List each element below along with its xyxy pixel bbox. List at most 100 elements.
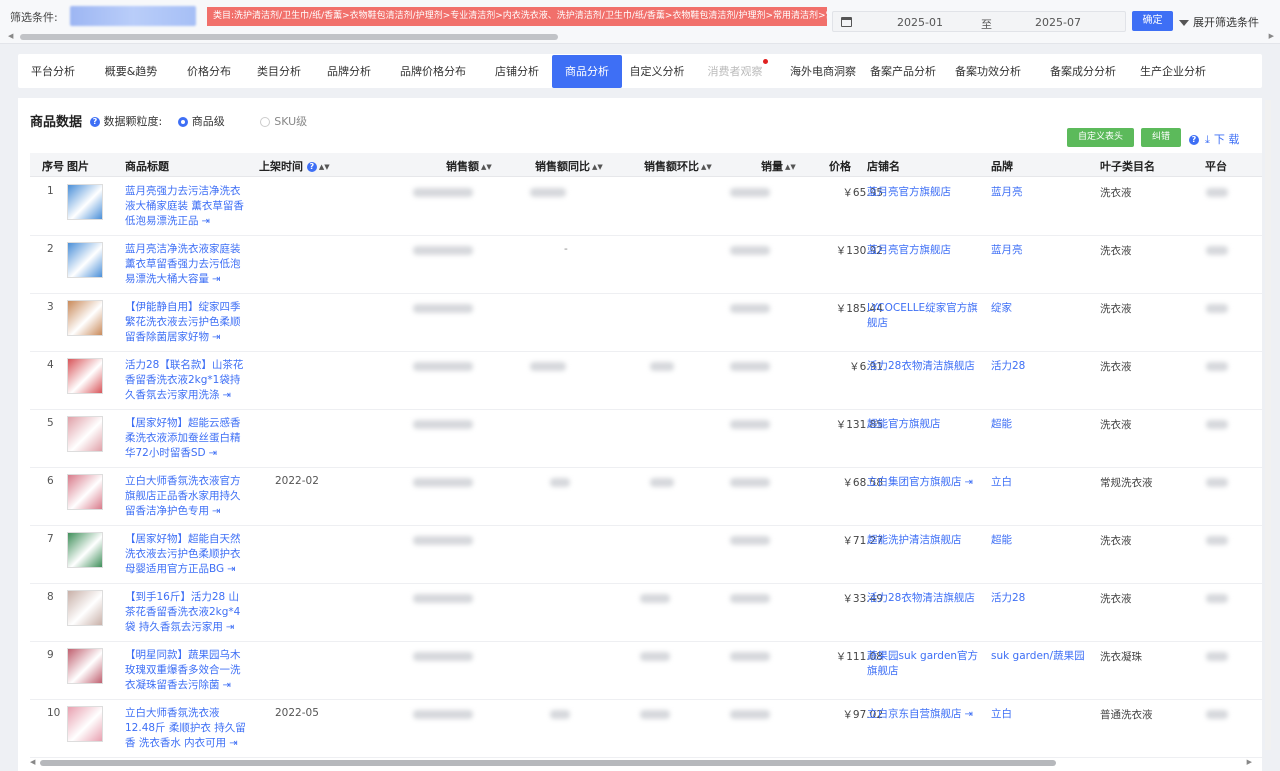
tab-6[interactable]: 店铺分析 xyxy=(482,55,552,88)
product-thumbnail[interactable] xyxy=(67,474,103,510)
tab-0[interactable]: 平台分析 xyxy=(18,55,88,88)
shop-name[interactable]: 蔬果园suk garden官方旗舰店 xyxy=(867,649,985,679)
tab-13[interactable]: 备案成分分析 xyxy=(1038,55,1128,88)
product-title-text[interactable]: 蓝月亮洁净洗衣液家庭装 薰衣草留香强力去污低泡易漂洗大桶大容量 xyxy=(125,243,241,285)
tab-1[interactable]: 概要&趋势 xyxy=(88,55,174,88)
help-icon[interactable]: ? xyxy=(1189,135,1199,145)
brand-name[interactable]: 立白 xyxy=(991,707,1091,722)
product-thumbnail[interactable] xyxy=(67,184,103,220)
download-icon[interactable]: ⤓ xyxy=(1205,133,1210,147)
date-end[interactable]: 2025-07 xyxy=(1035,16,1081,29)
product-title[interactable]: 【居家好物】超能云感香柔洗衣液添加蚕丝蛋白精华72小时留香SD ⇥ xyxy=(125,416,247,461)
product-title-text[interactable]: 【居家好物】超能自天然洗衣液去污护色柔顺护衣母婴适用官方正品BG xyxy=(125,533,241,575)
col-mom[interactable]: 销售额环比 ▲▼ xyxy=(644,158,712,174)
shop-name[interactable]: 蓝月亮官方旗舰店 xyxy=(867,185,985,200)
brand-name[interactable]: suk garden/蔬果园 xyxy=(991,649,1091,664)
brand-name[interactable]: 绽家 xyxy=(991,301,1091,316)
shop-name-text[interactable]: 活力28衣物清洁旗舰店 xyxy=(867,360,975,372)
tab-11[interactable]: 备案产品分析 xyxy=(868,55,938,88)
brand-name[interactable]: 活力28 xyxy=(991,359,1091,374)
brand-name[interactable]: 蓝月亮 xyxy=(991,185,1091,200)
top-scrollbar[interactable]: ◀ ▶ xyxy=(8,32,1274,40)
brand-name[interactable]: 超能 xyxy=(991,417,1091,432)
product-title-text[interactable]: 【到手16斤】活力28 山茶花香留香洗衣液2kg*4袋 持久香氛去污家用 xyxy=(125,591,240,633)
product-title-text[interactable]: 【居家好物】超能云感香柔洗衣液添加蚕丝蛋白精华72小时留香SD xyxy=(125,417,241,459)
bottom-scrollbar[interactable]: ◀ ▶ xyxy=(30,758,1252,767)
product-thumbnail[interactable] xyxy=(67,532,103,568)
product-title[interactable]: 【伊能静自用】绽家四季繁花洗衣液去污护色柔顺留香除菌居家好物 ⇥ xyxy=(125,300,247,345)
confirm-button[interactable]: 确定 xyxy=(1132,11,1173,31)
scrollbar-thumb[interactable] xyxy=(40,760,1056,766)
scrollbar-thumb[interactable] xyxy=(20,34,558,40)
help-icon[interactable]: ? xyxy=(306,162,317,172)
custom-header-button[interactable]: 自定义表头 xyxy=(1067,128,1134,147)
radio-product-label[interactable]: 商品级 xyxy=(192,115,225,128)
product-thumbnail[interactable] xyxy=(67,300,103,336)
scroll-left-icon[interactable]: ◀ xyxy=(30,758,35,766)
date-start[interactable]: 2025-01 xyxy=(897,16,943,29)
radio-product[interactable] xyxy=(177,117,188,127)
tab-12[interactable]: 备案功效分析 xyxy=(938,55,1038,88)
shop-name-text[interactable]: 蓝月亮官方旗舰店 xyxy=(867,244,951,256)
tab-3[interactable]: 类目分析 xyxy=(244,55,314,88)
shop-name[interactable]: 蓝月亮官方旗舰店 xyxy=(867,243,985,258)
shop-name-text[interactable]: 活力28衣物清洁旗舰店 xyxy=(867,592,975,604)
external-link-icon[interactable]: ⇥ xyxy=(965,477,973,488)
date-range-picker[interactable]: 2025-01 至 2025-07 xyxy=(832,11,1126,32)
product-thumbnail[interactable] xyxy=(67,358,103,394)
external-link-icon[interactable]: ⇥ xyxy=(212,332,220,343)
col-sales[interactable]: 销售额 ▲▼ xyxy=(446,158,492,174)
product-title[interactable]: 活力28【联名款】山茶花香留香洗衣液2kg*1袋持久香氛去污家用洗涤 ⇥ xyxy=(125,358,247,403)
tab-14[interactable]: 生产企业分析 xyxy=(1128,55,1218,88)
product-title[interactable]: 蓝月亮强力去污洁净洗衣液大桶家庭装 薰衣草留香低泡易漂洗正品 ⇥ xyxy=(125,184,247,229)
external-link-icon[interactable]: ⇥ xyxy=(226,622,234,633)
col-volume[interactable]: 销量 ▲▼ xyxy=(761,158,796,174)
product-title-text[interactable]: 立白大师香氛洗衣液官方旗舰店正品香水家用持久留香洁净护色专用 xyxy=(125,475,241,517)
brand-name[interactable]: 蓝月亮 xyxy=(991,243,1091,258)
product-title-text[interactable]: 立白大师香氛洗衣液 12.48斤 柔顺护衣 持久留香 洗衣香水 内衣可用 xyxy=(125,707,246,749)
shop-name[interactable]: 立白京东自营旗舰店 ⇥ xyxy=(867,707,985,722)
tab-9[interactable]: 消费者观察 xyxy=(692,55,778,88)
product-title[interactable]: 立白大师香氛洗衣液 12.48斤 柔顺护衣 持久留香 洗衣香水 内衣可用 ⇥ xyxy=(125,706,247,751)
sort-icon[interactable]: ▲▼ xyxy=(785,163,796,171)
shop-name-text[interactable]: 超能洗护清洁旗舰店 xyxy=(867,534,962,546)
product-thumbnail[interactable] xyxy=(67,706,103,742)
sort-icon[interactable]: ▲▼ xyxy=(701,163,712,171)
radio-sku-label[interactable]: SKU级 xyxy=(274,115,307,128)
product-title[interactable]: 【居家好物】超能自天然洗衣液去污护色柔顺护衣母婴适用官方正品BG ⇥ xyxy=(125,532,247,577)
product-thumbnail[interactable] xyxy=(67,416,103,452)
scroll-left-icon[interactable]: ◀ xyxy=(8,32,13,40)
shop-name-text[interactable]: LYCOCELLE绽家官方旗舰店 xyxy=(867,302,978,329)
filter-value-redacted[interactable] xyxy=(70,6,196,26)
external-link-icon[interactable]: ⇥ xyxy=(227,564,235,575)
shop-name[interactable]: 活力28衣物清洁旗舰店 xyxy=(867,359,985,374)
external-link-icon[interactable]: ⇥ xyxy=(223,390,231,401)
tab-8[interactable]: 自定义分析 xyxy=(622,55,692,88)
external-link-icon[interactable]: ⇥ xyxy=(229,738,237,749)
shop-name-text[interactable]: 立白京东自营旗舰店 xyxy=(867,708,962,720)
col-listed[interactable]: 上架时间 ? ▲▼ xyxy=(259,158,330,174)
expand-filter-button[interactable]: 展开筛选条件 xyxy=(1179,14,1259,30)
brand-name[interactable]: 立白 xyxy=(991,475,1091,490)
shop-name-text[interactable]: 蔬果园suk garden官方旗舰店 xyxy=(867,650,978,677)
tab-5[interactable]: 品牌价格分布 xyxy=(384,55,482,88)
download-link[interactable]: 下 载 xyxy=(1214,133,1240,146)
sort-icon[interactable]: ▲▼ xyxy=(319,163,330,171)
help-icon[interactable]: ? xyxy=(90,117,100,127)
product-title-text[interactable]: 【伊能静自用】绽家四季繁花洗衣液去污护色柔顺留香除菌居家好物 xyxy=(125,301,241,343)
shop-name[interactable]: 立白集团官方旗舰店 ⇥ xyxy=(867,475,985,490)
shop-name[interactable]: LYCOCELLE绽家官方旗舰店 xyxy=(867,301,985,331)
product-thumbnail[interactable] xyxy=(67,590,103,626)
tab-2[interactable]: 价格分布 xyxy=(174,55,244,88)
product-thumbnail[interactable] xyxy=(67,242,103,278)
error-report-button[interactable]: 纠错 xyxy=(1141,128,1181,147)
external-link-icon[interactable]: ⇥ xyxy=(209,448,217,459)
shop-name[interactable]: 超能洗护清洁旗舰店 xyxy=(867,533,985,548)
category-filter-tag[interactable]: 类目:洗护清洁剂/卫生巾/纸/香薰>衣物鞋包清洁剂/护理剂>专业清洁剂>内衣洗衣… xyxy=(207,7,827,26)
product-title[interactable]: 【到手16斤】活力28 山茶花香留香洗衣液2kg*4袋 持久香氛去污家用 ⇥ xyxy=(125,590,247,635)
product-title[interactable]: 立白大师香氛洗衣液官方旗舰店正品香水家用持久留香洁净护色专用 ⇥ xyxy=(125,474,247,519)
sort-icon[interactable]: ▲▼ xyxy=(481,163,492,171)
tab-4[interactable]: 品牌分析 xyxy=(314,55,384,88)
product-title-text[interactable]: 蓝月亮强力去污洁净洗衣液大桶家庭装 薰衣草留香低泡易漂洗正品 xyxy=(125,185,244,227)
tab-10[interactable]: 海外电商洞察 xyxy=(778,55,868,88)
